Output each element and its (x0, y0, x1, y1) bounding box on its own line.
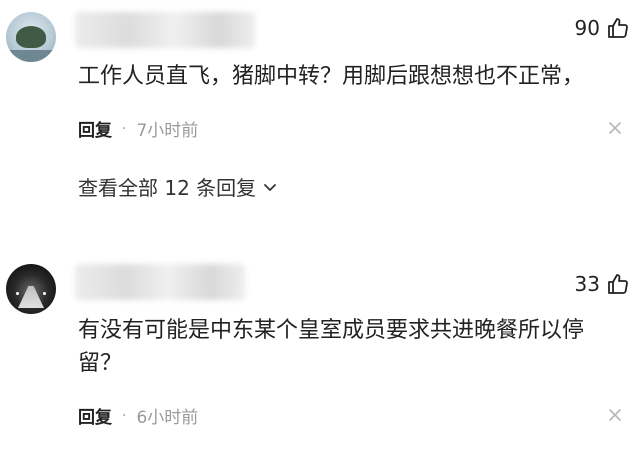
like-button[interactable]: 33 (575, 272, 630, 296)
reply-button[interactable]: 回复 (78, 403, 112, 428)
like-button[interactable]: 90 (575, 16, 630, 40)
chevron-down-icon (264, 183, 277, 191)
blurred-username[interactable] (75, 12, 255, 48)
like-count: 33 (574, 272, 600, 296)
thumbs-up-icon (608, 274, 628, 294)
avatar-road-graphic (18, 286, 44, 308)
like-count: 90 (574, 16, 600, 40)
avatar[interactable] (6, 264, 56, 314)
close-icon[interactable] (608, 408, 622, 422)
reply-button[interactable]: 回复 (78, 116, 112, 141)
blurred-username[interactable] (75, 264, 245, 300)
separator-dot: · (122, 407, 127, 424)
separator-dot: · (122, 120, 127, 137)
view-all-replies-link[interactable]: 查看全部 12 条回复 (78, 172, 278, 201)
close-icon[interactable] (608, 121, 622, 135)
comment-meta: 回复 · 6小时前 (78, 403, 199, 429)
avatar-light-graphic (43, 292, 46, 295)
comment-text: 工作人员直飞，猪脚中转？用脚后跟想想也不正常， (78, 64, 585, 89)
comment-text: 有没有可能是中东某个皇室成员要求共进晚餐所以停留？ (78, 318, 585, 376)
comment-timestamp: 7小时前 (136, 121, 199, 141)
comment-timestamp: 6小时前 (136, 408, 199, 428)
comment-meta: 回复 · 7小时前 (78, 116, 199, 142)
avatar[interactable] (6, 12, 56, 62)
avatar-light-graphic (16, 292, 19, 295)
view-all-replies-label: 查看全部 12 条回复 (78, 176, 257, 200)
avatar-tree-graphic (16, 26, 46, 48)
avatar-ground-graphic (6, 50, 56, 62)
thumbs-up-icon (608, 18, 628, 38)
